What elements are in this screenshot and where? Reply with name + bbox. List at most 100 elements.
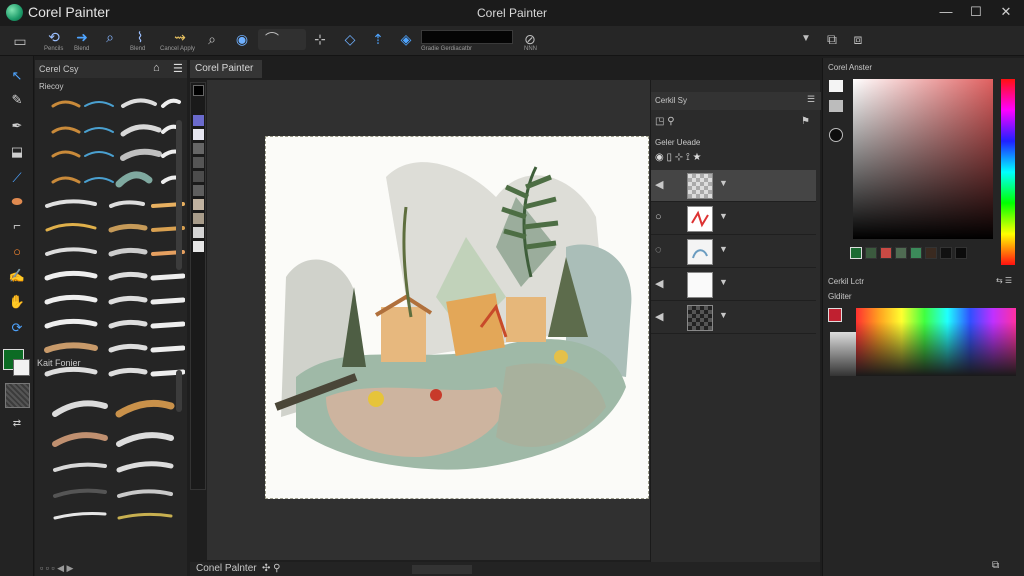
visibility-icon[interactable]: ◌ xyxy=(655,244,662,256)
transform-icon[interactable]: ⊹ xyxy=(310,30,330,48)
brush-settings-icon[interactable]: ⟲ xyxy=(44,28,64,46)
arrow-tool-icon[interactable]: ➜ xyxy=(72,28,92,46)
brush-library-title: Cerel Csy xyxy=(35,60,187,78)
maximize-panel-icon[interactable]: ⧉ xyxy=(992,560,999,571)
value-ramp[interactable] xyxy=(830,332,856,376)
layer-row[interactable]: ◌ ▼ xyxy=(651,236,816,268)
layer-row[interactable]: ◀ ▼ xyxy=(651,302,816,334)
main-color-chip[interactable] xyxy=(829,80,843,92)
gradient-suffix-label: NNN xyxy=(524,46,537,52)
strip-swatch[interactable] xyxy=(193,185,204,196)
layer-row[interactable]: ◀ ▼ xyxy=(651,269,816,301)
strip-swatch[interactable] xyxy=(193,213,204,224)
brush-library-scrollbar[interactable] xyxy=(176,120,182,270)
select-tool-icon[interactable]: ↖ xyxy=(5,66,29,86)
minimize-button[interactable]: — xyxy=(936,3,956,21)
strip-swatch[interactable] xyxy=(193,157,204,168)
rect-select-icon[interactable]: ▭ xyxy=(10,32,30,50)
arrange-icon[interactable]: ⧉ xyxy=(822,30,842,48)
maximize-button[interactable]: ☐ xyxy=(966,3,986,21)
layer-dropdown-icon[interactable]: ▼ xyxy=(719,178,728,188)
strip-brush-icon[interactable] xyxy=(193,85,204,96)
swap-colors-icon[interactable]: ⇄ xyxy=(5,414,29,434)
strip-swatch[interactable] xyxy=(193,115,204,126)
hue-slider[interactable] xyxy=(1001,79,1015,265)
library-footer-icons[interactable]: ▫ ▫ ▫ ◀ ▶ xyxy=(40,563,73,574)
blend-label: Blend xyxy=(74,46,90,52)
layer-dropdown-icon[interactable]: ▼ xyxy=(719,244,728,254)
crop-tool-icon[interactable]: ⌐ xyxy=(5,216,29,236)
pencils-label: Pencils xyxy=(44,46,64,52)
text-tool-icon[interactable]: ✍ xyxy=(5,266,29,286)
visibility-icon[interactable]: ◀ xyxy=(655,277,663,290)
layer-thumbnail xyxy=(687,173,713,199)
history-swatch[interactable] xyxy=(925,247,937,259)
strip-swatch[interactable] xyxy=(193,143,204,154)
fill-tool-icon[interactable]: ⬓ xyxy=(5,142,29,162)
home-icon[interactable]: ⌂ xyxy=(153,62,160,74)
clone-tool-icon[interactable]: ⌕ xyxy=(100,28,120,46)
brush-tool-icon[interactable]: ✎ xyxy=(5,90,29,110)
brush-category-scrollbar[interactable] xyxy=(176,370,182,412)
layout-icon[interactable]: ⧈ xyxy=(848,30,868,48)
layer-dropdown-icon[interactable]: ▼ xyxy=(719,310,728,320)
stroke-tool-icon[interactable]: ⇝ xyxy=(170,28,190,46)
shape-tool-icon[interactable]: ○ xyxy=(5,242,29,262)
color-set-options-icon[interactable]: ⇆ ☰ xyxy=(996,276,1012,285)
warp-icon[interactable]: ◇ xyxy=(340,30,360,48)
layer-row[interactable]: ○ ▼ xyxy=(651,203,816,235)
additional-color-swatch[interactable] xyxy=(13,359,30,376)
eraser-tool-icon[interactable]: ⬬ xyxy=(5,192,29,212)
layers-menu-icon[interactable]: ☰ xyxy=(807,94,815,105)
drawing-canvas[interactable] xyxy=(265,136,649,499)
history-swatch[interactable] xyxy=(865,247,877,259)
status-tools-icon[interactable]: ✣ ⚲ xyxy=(262,563,280,574)
layer-row[interactable]: ◀ ▼ xyxy=(651,170,816,202)
eraser-icon[interactable]: ◈ xyxy=(396,30,416,48)
zoom-icon[interactable]: ⌕ xyxy=(202,30,222,48)
status-scrollbar[interactable] xyxy=(412,565,472,574)
color-set-spectrum[interactable] xyxy=(856,308,1016,376)
rotate-tool-icon[interactable]: ⟳ xyxy=(5,318,29,338)
globe-icon[interactable]: ◉ xyxy=(232,30,252,48)
strip-swatch[interactable] xyxy=(193,171,204,182)
strip-swatch[interactable] xyxy=(193,199,204,210)
visibility-icon[interactable]: ○ xyxy=(655,211,662,223)
color-wheel-icon[interactable] xyxy=(829,128,843,142)
saturation-value-square[interactable] xyxy=(853,79,993,239)
current-color-chip[interactable] xyxy=(828,308,842,322)
layer-thumbnail xyxy=(687,206,713,232)
gradient-swatch[interactable] xyxy=(421,30,513,44)
color-set-title: Cerkil Lctr xyxy=(828,277,865,286)
strip-swatch[interactable] xyxy=(193,241,204,252)
dropper-tool-icon[interactable]: ⟋ xyxy=(5,168,29,188)
folder-icon[interactable] xyxy=(829,100,843,112)
menu-icon[interactable]: ☰ xyxy=(173,62,183,75)
layer-toolbar-icons[interactable]: ◉ ▯ ⊹ ⟟ ★ xyxy=(655,152,701,163)
history-swatch[interactable] xyxy=(850,247,862,259)
history-swatch[interactable] xyxy=(880,247,892,259)
layer-new-icon[interactable]: ◳ ⚲ xyxy=(655,116,675,127)
dropdown-chevron-icon[interactable]: ▼ xyxy=(796,30,816,48)
history-swatch[interactable] xyxy=(910,247,922,259)
smudge-tool-icon[interactable]: ⌇ xyxy=(130,28,150,46)
hand-tool-icon[interactable]: ✋ xyxy=(5,292,29,312)
pen-tool-icon[interactable]: ✒ xyxy=(5,116,29,136)
history-swatch[interactable] xyxy=(955,247,967,259)
close-button[interactable]: ✕ xyxy=(996,3,1016,21)
layer-dropdown-icon[interactable]: ▼ xyxy=(719,211,728,221)
color-history-row[interactable] xyxy=(850,247,990,261)
history-swatch[interactable] xyxy=(940,247,952,259)
visibility-icon[interactable]: ◀ xyxy=(655,310,663,323)
layer-delete-icon[interactable]: ⚑ xyxy=(801,116,810,127)
strip-swatch[interactable] xyxy=(193,227,204,238)
brush-variant-grid[interactable] xyxy=(35,94,185,534)
arrow-up-icon[interactable]: ⇡ xyxy=(368,30,388,48)
strip-swatch[interactable] xyxy=(193,129,204,140)
visibility-icon[interactable]: ◀ xyxy=(655,178,663,191)
paper-texture-swatch[interactable] xyxy=(5,383,30,408)
document-tab[interactable]: Corel Painter xyxy=(190,60,262,78)
history-swatch[interactable] xyxy=(895,247,907,259)
layer-dropdown-icon[interactable]: ▼ xyxy=(719,277,728,287)
lasso-icon[interactable]: ⌒ xyxy=(262,30,282,48)
